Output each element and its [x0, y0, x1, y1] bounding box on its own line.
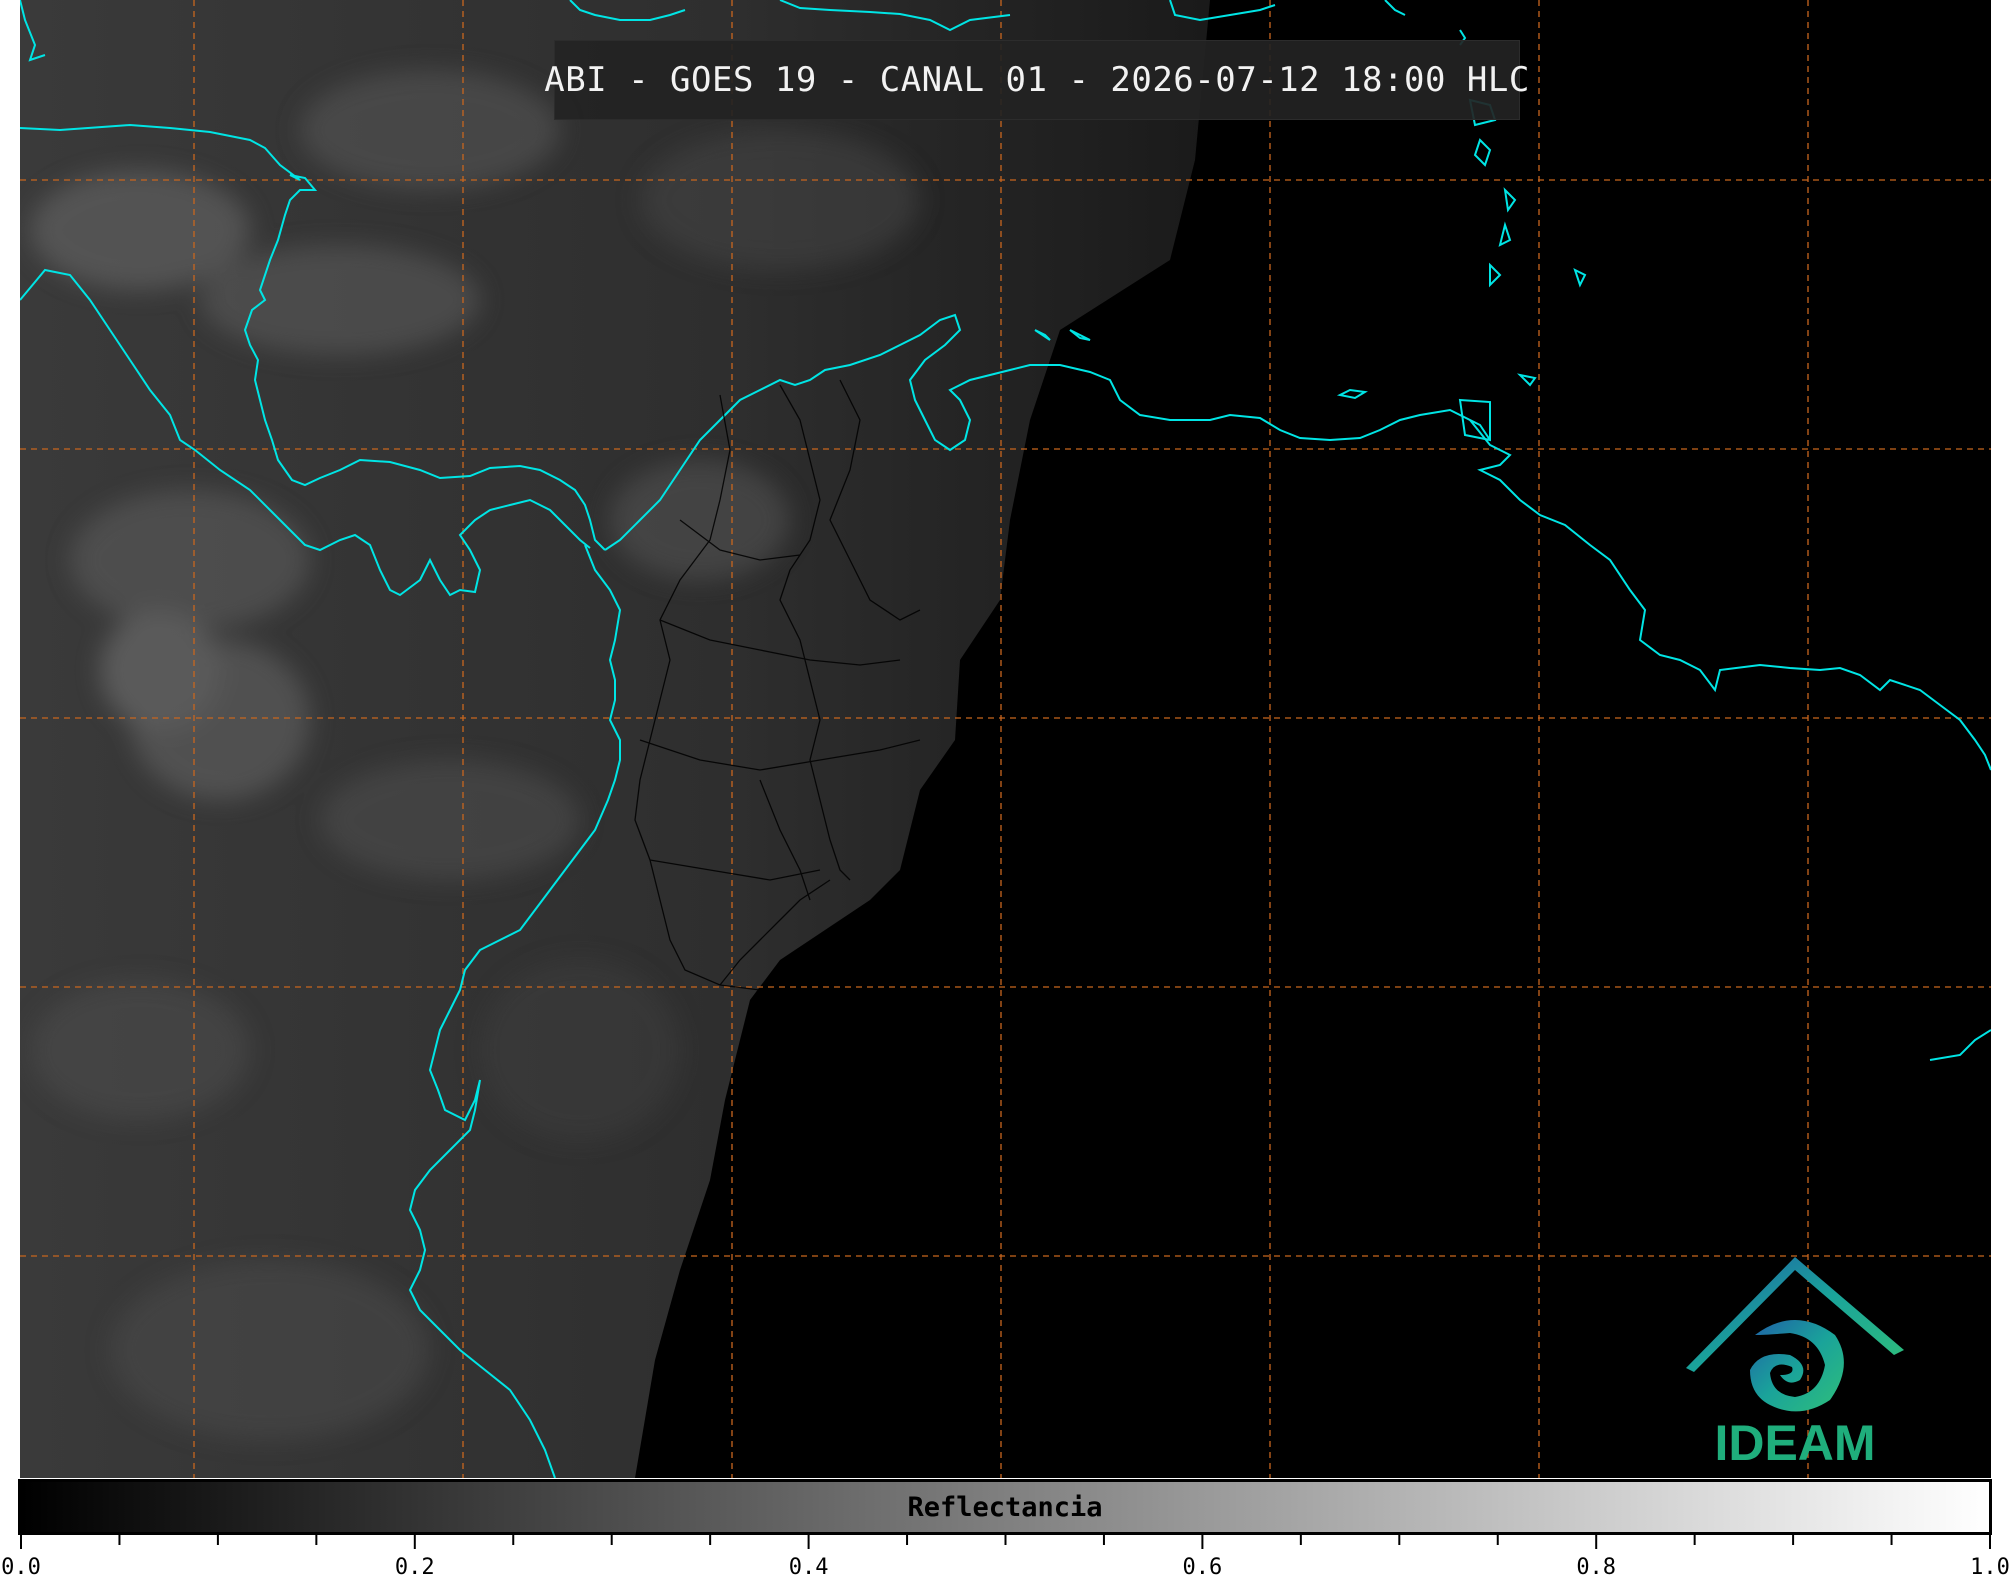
island-7	[1516, 373, 1537, 387]
colorbar-tick-label: 0.0	[1, 1555, 41, 1580]
coastline-east-islands	[1929, 1029, 1991, 1061]
colorbar-tick-label: 0.8	[1576, 1555, 1617, 1580]
colorbar-tick-label: 1.0	[1970, 1555, 2010, 1580]
title-panel: ABI - GOES 19 - CANAL 01 - 2026-07-12 18…	[544, 40, 1529, 120]
map-title: ABI - GOES 19 - CANAL 01 - 2026-07-12 18…	[544, 60, 1530, 100]
colorbar-ticks	[20, 1535, 1991, 1549]
island-curacao	[1069, 329, 1091, 341]
coastline-top-islands-4	[1384, 0, 1406, 16]
island-3	[1503, 187, 1517, 213]
colorbar-tick-label: 0.2	[394, 1555, 435, 1580]
colorbar: Reflectancia	[18, 1479, 1992, 1535]
satellite-map: ABI - GOES 19 - CANAL 01 - 2026-07-12 18…	[20, 0, 1991, 1478]
ideam-logo-icon: IDEAM	[1686, 1257, 1904, 1471]
ideam-logo: IDEAM	[1680, 1255, 1910, 1471]
colorbar-tick-label: 0.6	[1182, 1555, 1223, 1580]
island-2	[1473, 138, 1492, 167]
island-6	[1573, 268, 1587, 288]
colorbar-label: Reflectancia	[907, 1492, 1103, 1523]
island-margarita	[1336, 388, 1368, 400]
island-5	[1489, 262, 1502, 288]
island-4	[1498, 221, 1512, 247]
colorbar-tick-label: 0.4	[788, 1555, 829, 1580]
logo-text: IDEAM	[1714, 1415, 1875, 1470]
